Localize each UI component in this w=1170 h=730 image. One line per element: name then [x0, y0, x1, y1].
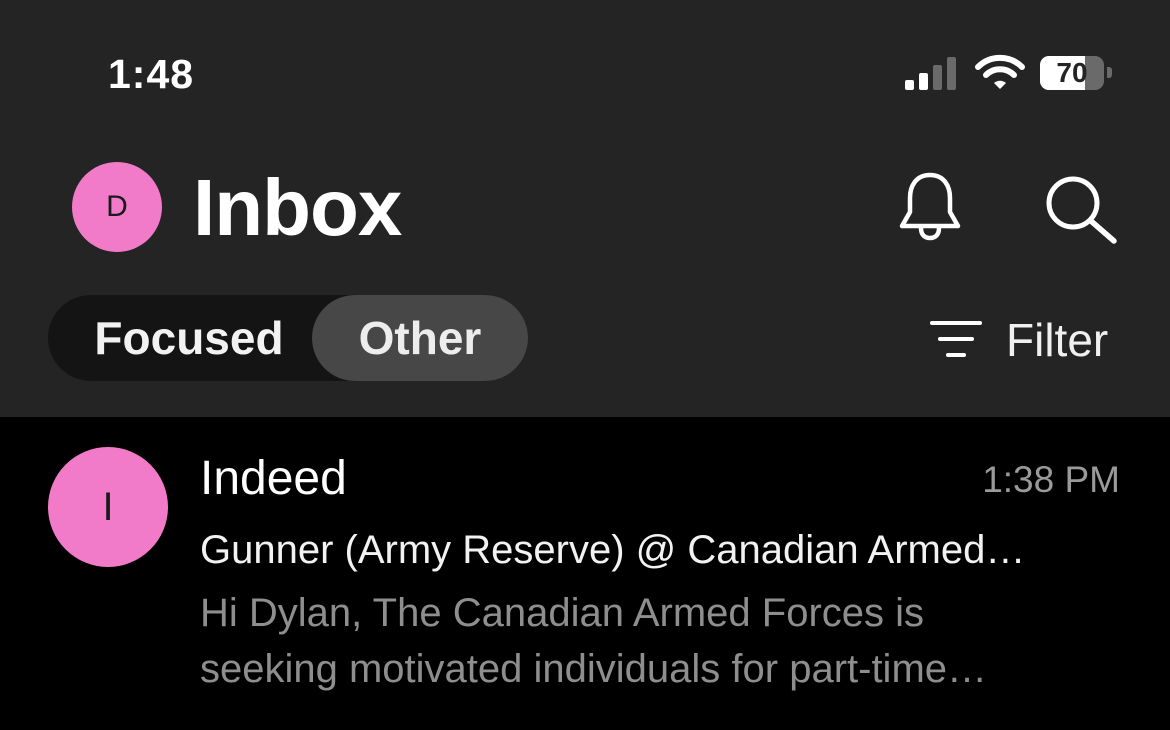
- message-time: 1:38 PM: [982, 459, 1120, 500]
- inbox-header: 1:48 70 D Inbox Focused Other Filter: [0, 0, 1170, 417]
- tab-focused[interactable]: Focused: [64, 295, 314, 381]
- battery-level: 70: [1056, 57, 1088, 88]
- search-icon: [1046, 176, 1117, 244]
- inbox-tabs: Focused Other: [48, 295, 528, 381]
- message-preview: Hi Dylan, The Canadian Armed Forces is s…: [200, 585, 1120, 697]
- status-icons: 70: [905, 54, 1120, 94]
- sender-avatar: I: [48, 447, 168, 567]
- status-time: 1:48: [108, 51, 195, 97]
- battery-cap: [1107, 67, 1112, 78]
- filter-button[interactable]: Filter: [928, 300, 1120, 380]
- filter-icon: [930, 321, 982, 357]
- message-preview-line: Hi Dylan, The Canadian Armed Forces is: [200, 591, 925, 635]
- message-preview-line: seeking motivated individuals for part-t…: [200, 647, 988, 691]
- battery-icon: 70: [1040, 56, 1104, 90]
- message-list-item[interactable]: I Indeed 1:38 PM Gunner (Army Reserve) @…: [0, 417, 1170, 730]
- wifi-icon: [975, 54, 1025, 89]
- filter-label: Filter: [1006, 314, 1109, 366]
- tab-other[interactable]: Other: [312, 295, 528, 381]
- mail-app-screen: 1:48 70 D Inbox Focused Other Filter I I…: [0, 0, 1170, 730]
- page-title: Inbox: [193, 163, 402, 252]
- search-button[interactable]: [1040, 172, 1120, 244]
- message-sender: Indeed: [200, 452, 347, 505]
- notifications-button[interactable]: [893, 170, 967, 244]
- message-subject: Gunner (Army Reserve) @ Canadian Armed…: [200, 528, 1026, 572]
- account-avatar[interactable]: D: [72, 162, 162, 252]
- bell-icon: [899, 172, 961, 241]
- cellular-signal-icon: [905, 57, 956, 90]
